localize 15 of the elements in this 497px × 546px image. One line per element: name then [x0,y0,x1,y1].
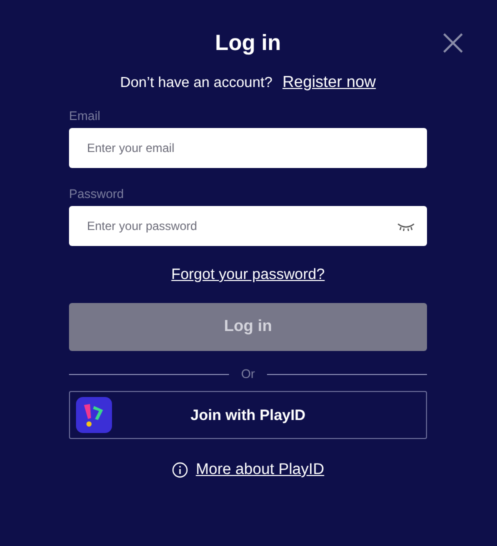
register-prompt: Don’t have an account? [120,75,272,91]
field-label: Email [69,109,102,123]
dialog-title: Log in [215,29,281,57]
app-logo-icon [76,397,112,433]
field-label: Password [69,187,125,201]
playid-button[interactable]: Join with PlayID [69,391,427,439]
input-field[interactable]: Enter your email [69,128,427,168]
closed-eye-icon[interactable] [397,223,415,231]
divider-text: Or [241,367,255,381]
close-icon[interactable] [443,33,463,53]
forgot-password-link[interactable]: Forgot your password? [171,266,325,283]
more-about-link[interactable]: More about PlayID [196,461,324,479]
input-field[interactable]: Enter your password [69,206,427,246]
info-icon [172,462,188,478]
register-link[interactable]: Register now [282,74,376,92]
